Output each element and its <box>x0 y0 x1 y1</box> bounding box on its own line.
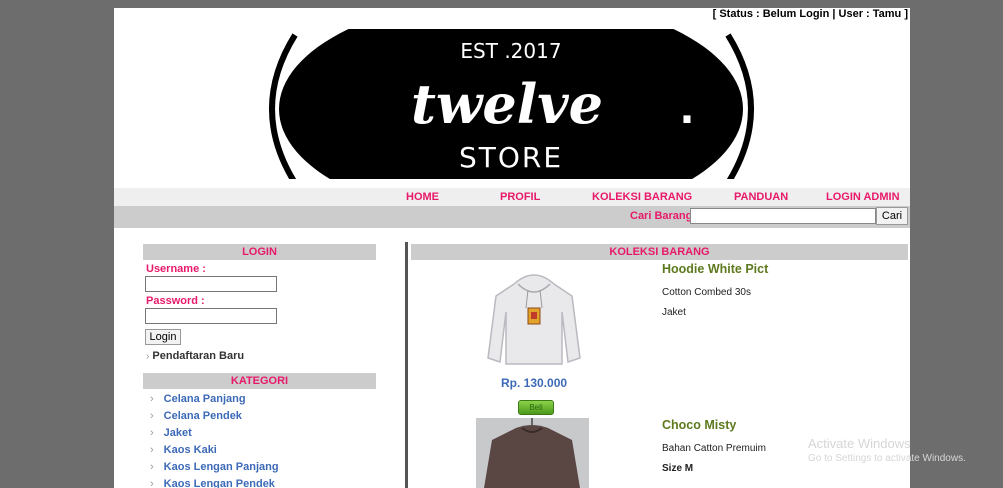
nav-koleksi-barang[interactable]: KOLEKSI BARANG <box>592 191 692 203</box>
product-image-choco-misty[interactable] <box>476 418 589 488</box>
category-label[interactable]: Kaos Kaki <box>164 444 217 456</box>
logo-brand-text: twelve <box>411 72 603 136</box>
product-description: Cotton Combed 30s <box>662 287 751 298</box>
top-strip <box>114 0 910 8</box>
nav-profil[interactable]: PROFIL <box>500 191 540 203</box>
category-label[interactable]: Celana Panjang <box>164 393 246 405</box>
watermark-subtitle: Go to Settings to activate Windows. <box>808 453 966 464</box>
product-price: Rp. 130.000 <box>501 376 568 390</box>
category-item[interactable]: › Kaos Kaki <box>150 444 217 456</box>
username-label: Username : <box>146 263 206 275</box>
nav-panduan[interactable]: PANDUAN <box>734 191 788 203</box>
category-label[interactable]: Celana Pendek <box>164 410 242 422</box>
chevron-right-icon: › <box>146 351 150 362</box>
bullet-icon: › <box>150 478 154 488</box>
category-label[interactable]: Kaos Lengan Pendek <box>164 478 275 488</box>
password-field[interactable] <box>145 308 277 324</box>
product-size: Size M <box>662 463 694 474</box>
windows-activation-watermark: Activate Windows Go to Settings to activ… <box>808 436 966 464</box>
product-title[interactable]: Hoodie White Pict <box>662 262 768 276</box>
column-divider <box>405 242 408 488</box>
bullet-icon: › <box>150 393 154 405</box>
buy-button[interactable]: Beli <box>518 400 554 415</box>
category-label[interactable]: Jaket <box>164 427 192 439</box>
category-item[interactable]: › Jaket <box>150 427 192 439</box>
logo-dot-text: . <box>679 87 694 133</box>
login-status-text: [ Status : Belum Login | User : Tamu ] <box>712 8 908 20</box>
password-label: Password : <box>146 295 205 307</box>
product-title[interactable]: Choco Misty <box>662 418 736 432</box>
category-item[interactable]: › Celana Panjang <box>150 393 246 405</box>
logo-store-text: STORE <box>459 141 563 174</box>
login-button[interactable]: Login <box>145 329 181 345</box>
category-item[interactable]: › Kaos Lengan Panjang <box>150 461 279 473</box>
logo-est-text: EST .2017 <box>460 39 561 63</box>
category-label[interactable]: Kaos Lengan Panjang <box>164 461 279 473</box>
bullet-icon: › <box>150 427 154 439</box>
search-label: Cari Barang <box>630 210 693 222</box>
watermark-title: Activate Windows <box>808 436 911 451</box>
login-box-header: LOGIN <box>143 244 376 260</box>
koleksi-box-header: KOLEKSI BARANG <box>411 244 908 260</box>
bullet-icon: › <box>150 461 154 473</box>
page-container: [ Status : Belum Login | User : Tamu ] E… <box>114 0 910 488</box>
register-link[interactable]: Pendaftaran Baru <box>152 350 244 362</box>
product-description: Bahan Catton Premuim <box>662 443 766 454</box>
product-category: Jaket <box>662 307 686 318</box>
kategori-box-header: KATEGORI <box>143 373 376 389</box>
main-navigation: HOME PROFIL KOLEKSI BARANG PANDUAN LOGIN… <box>114 188 910 206</box>
search-bar: Cari Barang Cari <box>114 206 910 228</box>
category-item[interactable]: › Celana Pendek <box>150 410 242 422</box>
search-input[interactable] <box>690 208 876 224</box>
nav-login-admin[interactable]: LOGIN ADMIN <box>826 191 900 203</box>
search-button[interactable]: Cari <box>876 207 908 225</box>
product-image-hoodie[interactable] <box>484 266 584 370</box>
bullet-icon: › <box>150 410 154 422</box>
nav-home[interactable]: HOME <box>406 191 439 203</box>
twelve-store-logo: EST .2017 twelve . STORE <box>269 29 754 179</box>
register-link-wrap[interactable]: › Pendaftaran Baru <box>146 350 244 362</box>
store-logo-banner: EST .2017 twelve . STORE <box>259 29 764 179</box>
bullet-icon: › <box>150 444 154 456</box>
username-field[interactable] <box>145 276 277 292</box>
category-item[interactable]: › Kaos Lengan Pendek <box>150 478 275 488</box>
sweater-icon <box>484 418 580 488</box>
